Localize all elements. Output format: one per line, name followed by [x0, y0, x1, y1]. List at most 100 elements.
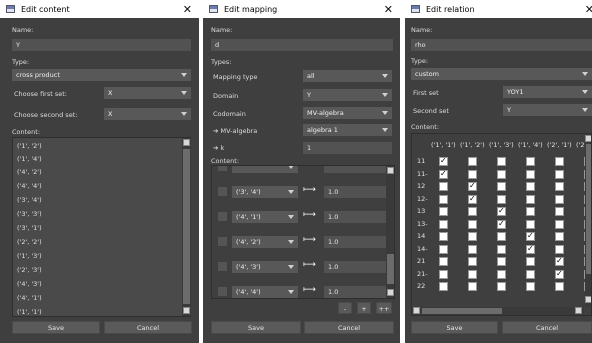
- relation-checkbox[interactable]: [526, 231, 535, 241]
- relation-checkbox[interactable]: [468, 269, 477, 279]
- first-set-select[interactable]: X: [104, 87, 191, 99]
- row-checkbox[interactable]: [218, 287, 227, 296]
- relation-checkbox[interactable]: [497, 269, 506, 279]
- cancel-button[interactable]: Cancel: [502, 321, 592, 334]
- relation-checkbox[interactable]: [555, 232, 564, 241]
- relation-checkbox[interactable]: [555, 269, 564, 279]
- relation-checkbox[interactable]: [497, 182, 506, 191]
- relation-checkbox[interactable]: [439, 182, 448, 191]
- list-item[interactable]: ('4', '3'): [17, 280, 42, 288]
- relation-checkbox[interactable]: [526, 169, 535, 179]
- vertical-scrollbar[interactable]: [386, 166, 394, 298]
- row-key-select[interactable]: ('4', '3'): [232, 261, 298, 273]
- relation-checkbox[interactable]: [468, 169, 477, 179]
- row-key-select[interactable]: ('4', '2'): [232, 236, 298, 248]
- row-checkbox[interactable]: [218, 212, 227, 221]
- codomain-select[interactable]: MV-algebra: [303, 107, 392, 119]
- relation-checkbox[interactable]: [439, 232, 448, 241]
- cancel-button[interactable]: Cancel: [304, 321, 394, 334]
- relation-checkbox[interactable]: [526, 207, 535, 216]
- name-field[interactable]: rho: [411, 39, 592, 51]
- row-checkbox[interactable]: [218, 166, 227, 171]
- relation-checkbox[interactable]: [526, 219, 535, 229]
- scroll-thumb[interactable]: [387, 254, 394, 284]
- relation-checkbox[interactable]: [468, 282, 477, 291]
- close-icon[interactable]: ✕: [585, 3, 592, 16]
- relation-checkbox[interactable]: [439, 269, 448, 279]
- scroll-up-icon[interactable]: [183, 139, 190, 146]
- mv-algebra-select[interactable]: algebra 1: [303, 124, 392, 136]
- list-item[interactable]: ('3', '3'): [17, 210, 42, 218]
- relation-checkbox[interactable]: [555, 244, 564, 254]
- relation-checkbox[interactable]: [468, 157, 477, 166]
- relation-checkbox[interactable]: [439, 194, 448, 204]
- relation-checkbox[interactable]: [526, 257, 535, 266]
- relation-checkbox[interactable]: [497, 232, 506, 241]
- scroll-up-icon[interactable]: [585, 135, 591, 142]
- close-icon[interactable]: ✕: [183, 3, 192, 16]
- relation-checkbox[interactable]: [526, 244, 535, 254]
- vertical-scrollbar[interactable]: [585, 134, 591, 306]
- relation-checkbox[interactable]: [497, 169, 506, 179]
- relation-checkbox[interactable]: [497, 244, 506, 254]
- relation-checkbox[interactable]: [497, 257, 506, 266]
- name-field[interactable]: Y: [12, 39, 191, 51]
- list-item[interactable]: ('4', '1'): [17, 294, 42, 302]
- relation-checkbox[interactable]: [468, 232, 477, 241]
- row-checkbox[interactable]: [218, 237, 227, 246]
- row-key-select[interactable]: ('4', '1'): [232, 211, 298, 223]
- row-key-select[interactable]: [232, 166, 298, 173]
- scroll-down-icon[interactable]: [387, 289, 394, 296]
- type-select[interactable]: cross product: [12, 69, 191, 81]
- relation-checkbox[interactable]: [497, 219, 506, 229]
- k-field[interactable]: 1: [303, 142, 392, 154]
- relation-checkbox[interactable]: [555, 194, 564, 204]
- relation-grid[interactable]: ('1', '1') ('1', '2') ('1', '3') ('1', '4')…: [411, 133, 592, 316]
- name-field[interactable]: d: [211, 39, 393, 51]
- list-item[interactable]: ('4', '2'): [17, 168, 42, 176]
- scroll-down-icon[interactable]: [585, 296, 591, 303]
- row-checkbox[interactable]: [218, 187, 227, 196]
- save-button[interactable]: Save: [12, 321, 100, 334]
- row-key-select[interactable]: ('3', '4'): [232, 186, 298, 198]
- add-row-button[interactable]: +: [357, 302, 371, 314]
- list-item[interactable]: ('2', '2'): [17, 238, 42, 246]
- title-bar[interactable]: Edit content ✕: [0, 0, 199, 18]
- scroll-up-icon[interactable]: [387, 167, 394, 174]
- content-list[interactable]: ('1', '2') ('1', '4') ('4', '2') ('4', '…: [12, 137, 191, 317]
- row-key-select[interactable]: ('4', '4'): [232, 286, 298, 298]
- relation-checkbox[interactable]: [526, 282, 535, 291]
- list-item[interactable]: ('4', '4'): [17, 182, 42, 190]
- list-item[interactable]: ('1', '4'): [17, 155, 42, 163]
- row-value-field[interactable]: 1.0: [324, 211, 386, 223]
- mapping-content-area[interactable]: ('3', '4') ⟼ 1.0 ('4', '1') ⟼ 1.0 ('4', …: [211, 165, 395, 299]
- vertical-scrollbar[interactable]: [182, 138, 191, 316]
- relation-checkbox[interactable]: [555, 182, 564, 191]
- row-value-field[interactable]: 1.0: [324, 186, 386, 198]
- row-value-field[interactable]: [324, 166, 386, 173]
- relation-checkbox[interactable]: [439, 282, 448, 291]
- relation-checkbox[interactable]: [555, 157, 564, 166]
- relation-checkbox[interactable]: [439, 207, 448, 216]
- relation-checkbox[interactable]: [497, 206, 506, 216]
- relation-checkbox[interactable]: [555, 282, 564, 291]
- add-all-rows-button[interactable]: ++: [376, 302, 392, 314]
- save-button[interactable]: Save: [411, 321, 498, 334]
- relation-checkbox[interactable]: [468, 207, 477, 216]
- title-bar[interactable]: Edit relation ✕: [405, 0, 592, 18]
- relation-checkbox[interactable]: [497, 194, 506, 204]
- first-set-select[interactable]: YOY1: [503, 86, 592, 98]
- list-item[interactable]: ('2', '3'): [17, 266, 42, 274]
- row-value-field[interactable]: 1.0: [324, 286, 386, 298]
- list-item[interactable]: ('3', '4'): [17, 196, 42, 204]
- scroll-down-icon[interactable]: [183, 307, 190, 314]
- relation-checkbox[interactable]: [555, 169, 564, 179]
- relation-checkbox[interactable]: [439, 244, 448, 254]
- mapping-type-select[interactable]: all: [303, 70, 392, 82]
- row-value-field[interactable]: 1.0: [324, 261, 386, 273]
- scroll-thumb[interactable]: [183, 149, 190, 304]
- relation-checkbox[interactable]: [468, 181, 477, 191]
- second-set-select[interactable]: Y: [503, 104, 592, 116]
- list-item[interactable]: ('3', '1'): [17, 224, 42, 232]
- close-icon[interactable]: ✕: [384, 3, 393, 16]
